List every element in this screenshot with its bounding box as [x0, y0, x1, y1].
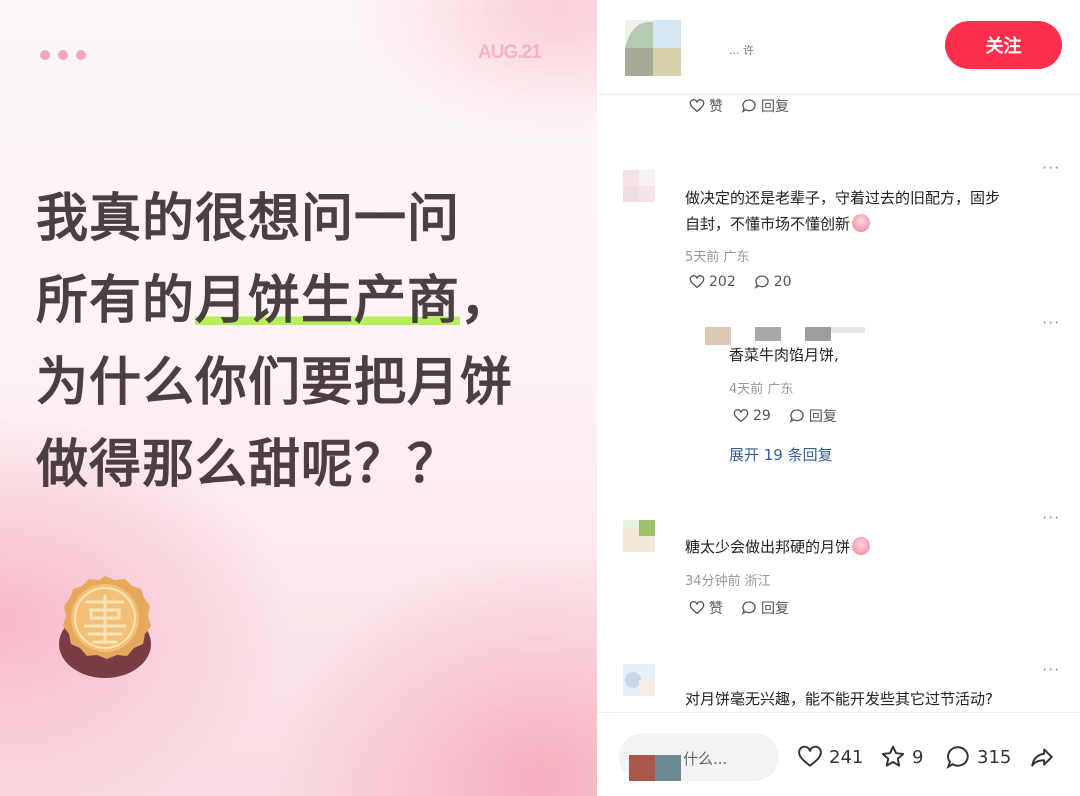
comment-actions: 202 20: [689, 274, 792, 290]
like-button[interactable]: 赞: [689, 598, 723, 618]
author-name[interactable]: ... 许: [729, 42, 787, 57]
like-button[interactable]: 202: [689, 274, 736, 290]
commenter-avatar[interactable]: [623, 170, 655, 202]
comment-meta: 5天前 广东: [685, 250, 750, 265]
reply-button[interactable]: 回复: [741, 598, 789, 618]
comment-text: 对月饼毫无兴趣，能不能开发些其它过节活动?: [685, 690, 993, 708]
headline-line-3: 为什么你们要把月饼: [36, 353, 514, 413]
comment-text: 香菜牛肉馅月饼,: [729, 346, 839, 364]
reply-button[interactable]: 回复: [789, 406, 837, 426]
share-button[interactable]: [1029, 744, 1055, 770]
like-post-button[interactable]: 241: [797, 744, 863, 770]
comment-meta: 4天前 广东: [729, 382, 794, 397]
star-icon: [881, 745, 905, 767]
expand-replies-link[interactable]: 展开 19 条回复: [729, 444, 833, 465]
heart-icon: [733, 409, 749, 423]
share-arrow-icon: [1031, 748, 1053, 767]
comment-meta: 34分钟前 浙江: [685, 574, 771, 589]
more-dots-icon: [40, 50, 86, 60]
headline-line-2: 所有的月饼生产商，: [36, 271, 514, 331]
comment-text: 做决定的还是老辈子，守着过去的旧配方，固步 自封，不懂市场不懂创新: [685, 189, 1001, 233]
crying-emoji-icon: [852, 214, 871, 232]
comment-input-placeholder[interactable]: 什么...: [683, 748, 727, 769]
comment-more-button[interactable]: ···: [1042, 313, 1060, 332]
headline-line-4: 做得那么甜呢？？: [36, 435, 461, 495]
comment-more-button[interactable]: ···: [1042, 508, 1060, 527]
heart-icon: [689, 601, 705, 615]
reply-button[interactable]: 20: [754, 274, 792, 290]
commenter-avatar[interactable]: [623, 664, 655, 696]
collect-button[interactable]: 9: [880, 744, 923, 770]
heart-icon: [689, 275, 705, 289]
headline-highlight: 月饼生产商: [195, 271, 461, 331]
follow-button[interactable]: 关注: [945, 21, 1062, 69]
comment-actions: 29 回复: [733, 406, 837, 426]
post-date: AUG.21: [478, 42, 542, 63]
comments-panel: ... 许 关注 赞 回复 ··· 做决定的还是老辈子，守着过去的旧配方，固步 …: [597, 0, 1080, 796]
chat-bubble-icon: [741, 601, 756, 615]
comment-actions: 赞 回复: [689, 598, 789, 618]
comment-text: 糖太少会做出邦硬的月饼: [685, 534, 871, 560]
headline-line-1: 我真的很想问一问: [36, 189, 461, 249]
heart-icon: [689, 99, 705, 113]
chat-bubble-icon: [946, 746, 969, 769]
post-headline: 我真的很想问一问 所有的月饼生产商， 为什么你们要把月饼 做得那么甜呢？？: [36, 178, 576, 506]
commenter-avatar[interactable]: [623, 520, 655, 552]
post-image[interactable]: AUG.21 我真的很想问一问 所有的月饼生产商， 为什么你们要把月饼 做得那么…: [0, 0, 597, 796]
comment-more-button[interactable]: ···: [1042, 660, 1060, 679]
crying-emoji-icon: [852, 537, 871, 555]
comment-more-button[interactable]: ···: [1042, 158, 1060, 177]
mooncake-icon: [59, 576, 151, 678]
bottom-action-bar: 什么... 241 9 315: [597, 712, 1080, 796]
comment-actions: 赞 回复: [689, 96, 789, 116]
author-bar: ... 许 关注: [597, 0, 1080, 95]
author-avatar[interactable]: [625, 20, 681, 76]
chat-bubble-icon: [741, 99, 756, 113]
chat-bubble-icon: [789, 409, 804, 423]
like-button[interactable]: 赞: [689, 96, 723, 116]
user-avatar: [629, 755, 681, 781]
comment-count-button[interactable]: 315: [945, 744, 1011, 770]
heart-icon: [798, 745, 822, 767]
like-button[interactable]: 29: [733, 408, 771, 424]
reply-button[interactable]: 回复: [741, 96, 789, 116]
chat-bubble-icon: [754, 275, 769, 289]
